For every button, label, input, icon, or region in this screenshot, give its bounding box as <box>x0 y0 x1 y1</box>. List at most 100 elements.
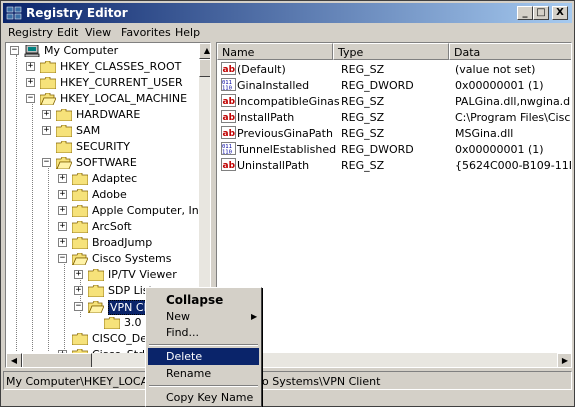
folder-icon <box>104 317 120 329</box>
expand-toggle[interactable]: + <box>58 222 67 231</box>
column-header-name[interactable]: Name <box>217 43 333 60</box>
binary-value-icon: 011110 <box>221 142 236 155</box>
values-list-pane[interactable]: Name Type Data ab (Default) REG_SZ (valu… <box>216 42 572 368</box>
menu-separator <box>149 385 258 387</box>
value-type: REG_DWORD <box>341 79 414 92</box>
value-name: TunnelEstablished <box>237 143 337 156</box>
string-value-icon: ab <box>221 94 236 107</box>
folder-open-icon <box>56 157 72 169</box>
menu-item-rename[interactable]: Rename <box>148 365 259 382</box>
binary-value-icon: 011110 <box>221 78 236 91</box>
scroll-right-button[interactable]: ▶ <box>557 353 571 367</box>
tree-node-label: HKEY_CURRENT_USER <box>60 76 183 89</box>
value-name: PreviousGinaPath <box>237 127 333 140</box>
value-name: GinaInstalled <box>237 79 310 92</box>
column-header-type[interactable]: Type <box>333 43 449 60</box>
tree-node-label: SAM <box>76 124 101 137</box>
collapse-toggle[interactable]: − <box>58 254 67 263</box>
submenu-arrow-icon: ▶ <box>251 312 258 321</box>
folder-open-icon <box>88 301 104 313</box>
collapse-toggle[interactable]: − <box>42 158 51 167</box>
expand-toggle[interactable]: + <box>42 110 51 119</box>
tree-node-label: BroadJump <box>92 236 153 249</box>
maximize-button[interactable]: □ <box>533 6 549 20</box>
tree-node-label: 3.0 <box>124 316 142 329</box>
tree-node-label: Adaptec <box>92 172 138 185</box>
tree-node-label: HKEY_LOCAL_MACHINE <box>60 92 188 105</box>
value-data: {5624C000-B109-11D4-9I <box>455 159 571 172</box>
menu-registry[interactable]: Registry <box>8 26 53 39</box>
scroll-thumb[interactable] <box>199 59 210 77</box>
svg-text:ab: ab <box>223 113 236 123</box>
tree-line <box>48 163 49 351</box>
menu-item-new[interactable]: New ▶ <box>148 308 259 325</box>
expand-toggle[interactable]: + <box>74 270 83 279</box>
menu-view[interactable]: View <box>85 26 111 39</box>
menu-item-label: New <box>166 310 190 323</box>
minimize-button[interactable]: _ <box>517 6 533 20</box>
string-value-icon: ab <box>221 62 236 75</box>
value-type: REG_SZ <box>341 111 385 124</box>
folder-icon <box>40 61 56 73</box>
value-data: C:\Program Files\Cisco Sy <box>455 111 572 124</box>
column-header-data[interactable]: Data <box>449 43 571 60</box>
folder-icon <box>56 109 72 121</box>
scroll-up-button[interactable]: ▲ <box>199 43 210 59</box>
tree-node-label: Cisco Systems <box>92 252 172 265</box>
menu-item-copy-key-name[interactable]: Copy Key Name <box>148 389 259 406</box>
folder-icon <box>88 285 104 297</box>
title-bar[interactable]: Registry Editor _ □ X <box>3 3 572 23</box>
collapse-toggle[interactable]: − <box>74 302 83 311</box>
scroll-left-button[interactable]: ◀ <box>6 353 22 367</box>
collapse-toggle[interactable]: − <box>26 94 35 103</box>
folder-icon <box>72 189 88 201</box>
expand-toggle[interactable]: + <box>26 62 35 71</box>
value-data: (value not set) <box>455 63 536 76</box>
menu-item-collapse[interactable]: Collapse <box>148 291 259 308</box>
value-name: (Default) <box>237 63 286 76</box>
expand-toggle[interactable]: + <box>26 78 35 87</box>
folder-icon <box>56 141 72 153</box>
registry-editor-icon <box>6 6 22 20</box>
menu-item-find[interactable]: Find... <box>148 324 259 341</box>
expand-toggle[interactable]: + <box>58 238 67 247</box>
folder-open-icon <box>40 93 56 105</box>
value-name: InstallPath <box>237 111 295 124</box>
folder-icon <box>40 77 56 89</box>
string-value-icon: ab <box>221 158 236 171</box>
expand-toggle[interactable]: + <box>58 190 67 199</box>
svg-text:110: 110 <box>222 86 232 92</box>
computer-icon <box>24 45 40 57</box>
tree-node-label: Apple Computer, Inc <box>92 204 205 217</box>
expand-toggle[interactable]: + <box>58 206 67 215</box>
svg-text:ab: ab <box>223 161 236 171</box>
tree-node-label: IP/TV Viewer <box>108 268 177 281</box>
scroll-thumb[interactable] <box>22 353 92 367</box>
menu-item-delete[interactable]: Delete <box>148 348 259 365</box>
value-name: UninstallPath <box>237 159 310 172</box>
value-data: PALGina.dll,nwgina.dll,log <box>455 95 571 108</box>
tree-node-label: My Computer <box>44 44 119 57</box>
svg-text:ab: ab <box>223 129 236 139</box>
string-value-icon: ab <box>221 110 236 123</box>
folder-icon <box>72 333 88 345</box>
list-horizontal-scrollbar[interactable]: ▶ <box>217 353 571 367</box>
status-path-right: o Systems\VPN Client <box>262 375 381 388</box>
menu-edit[interactable]: Edit <box>57 26 78 39</box>
svg-text:ab: ab <box>223 65 236 75</box>
menu-favorites[interactable]: Favorites <box>121 26 171 39</box>
tree-line <box>16 55 17 351</box>
expand-toggle[interactable]: + <box>42 126 51 135</box>
value-name: IncompatibleGinas <box>237 95 340 108</box>
close-button[interactable]: X <box>552 6 568 20</box>
expand-toggle[interactable]: + <box>58 174 67 183</box>
folder-icon <box>72 237 88 249</box>
menu-help[interactable]: Help <box>175 26 200 39</box>
value-type: REG_DWORD <box>341 143 414 156</box>
string-value-icon: ab <box>221 126 236 139</box>
expand-toggle[interactable]: + <box>74 286 83 295</box>
tree-line <box>64 255 65 351</box>
collapse-toggle[interactable]: − <box>10 46 19 55</box>
value-data: 0x00000001 (1) <box>455 79 544 92</box>
value-type: REG_SZ <box>341 159 385 172</box>
